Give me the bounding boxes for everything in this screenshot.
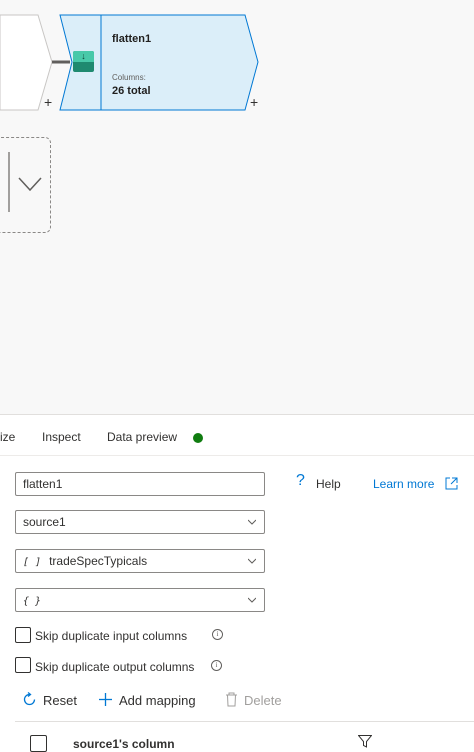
node-title[interactable]: flatten1: [112, 33, 151, 45]
select-all-checkbox[interactable]: [30, 735, 47, 752]
help-link[interactable]: Help: [316, 477, 341, 491]
skip-duplicate-input-label: Skip duplicate input columns: [35, 629, 188, 643]
help-icon[interactable]: ?: [296, 472, 305, 490]
node-columns-label: Columns:: [112, 73, 146, 82]
status-dot: [193, 433, 203, 443]
skip-duplicate-input-checkbox[interactable]: [15, 627, 31, 643]
info-icon[interactable]: i: [212, 629, 223, 640]
object-type-icon: { }: [23, 596, 42, 607]
collapse-divider: [8, 152, 10, 212]
output-stream-name-field[interactable]: [15, 472, 265, 496]
tab-inspect[interactable]: Inspect: [42, 430, 81, 444]
skip-duplicate-output-checkbox[interactable]: [15, 657, 31, 673]
divider: [0, 455, 474, 456]
info-icon[interactable]: i: [211, 660, 222, 671]
skip-duplicate-output-label: Skip duplicate output columns: [35, 660, 195, 674]
filter-icon[interactable]: [358, 735, 372, 748]
tab-optimize[interactable]: ize: [0, 430, 15, 444]
table-divider: [15, 721, 474, 722]
unroll-by-select[interactable]: [ ] tradeSpecTypicals: [15, 549, 265, 573]
trash-icon: [226, 692, 237, 707]
chevron-down-icon: [248, 597, 256, 603]
tab-data-preview[interactable]: Data preview: [107, 430, 177, 444]
learn-more-link[interactable]: Learn more: [373, 477, 434, 491]
reset-button[interactable]: Reset: [43, 693, 77, 708]
node-columns-value: 26 total: [112, 85, 151, 97]
external-link-icon[interactable]: [445, 477, 458, 490]
incoming-stream-select[interactable]: source1: [15, 510, 265, 534]
add-transform-button[interactable]: +: [44, 95, 52, 109]
array-type-icon: [ ]: [23, 557, 42, 568]
reset-icon[interactable]: [22, 692, 37, 707]
flatten-transform-icon: ↓: [73, 51, 94, 72]
incoming-stream-value: source1: [23, 515, 66, 529]
column-header: source1's column: [73, 737, 175, 751]
node-shapes: [0, 14, 259, 192]
unroll-root-select[interactable]: { }: [15, 588, 265, 612]
output-stream-name-input[interactable]: [23, 474, 253, 494]
add-mapping-button[interactable]: Add mapping: [119, 693, 196, 708]
chevron-down-icon: [248, 558, 256, 564]
delete-button[interactable]: Delete: [244, 693, 282, 708]
add-icon[interactable]: [98, 692, 113, 707]
add-transform-button[interactable]: +: [250, 95, 258, 109]
unroll-by-value: tradeSpecTypicals: [49, 554, 148, 568]
tab-bar: ize Inspect Data preview: [0, 425, 474, 451]
dataflow-canvas[interactable]: + + ↓ flatten1 Columns: 26 total: [0, 0, 474, 415]
chevron-down-icon: [248, 519, 256, 525]
